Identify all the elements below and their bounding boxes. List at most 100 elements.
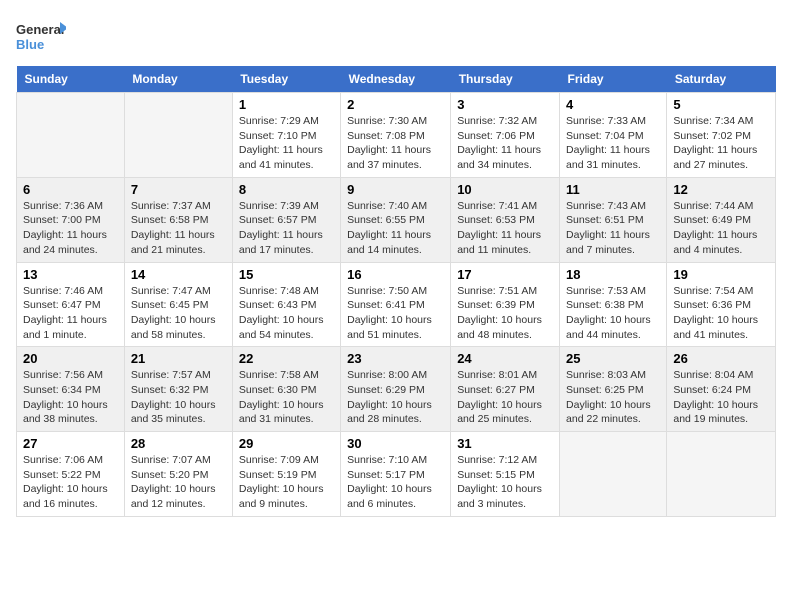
daylight-text: Daylight: 10 hours and 28 minutes. xyxy=(347,399,432,426)
sunset-text: Sunset: 6:27 PM xyxy=(457,384,535,396)
sunrise-text: Sunrise: 7:33 AM xyxy=(566,115,646,127)
day-number: 20 xyxy=(23,351,118,366)
sunrise-text: Sunrise: 7:43 AM xyxy=(566,200,646,212)
sunrise-text: Sunrise: 7:47 AM xyxy=(131,285,211,297)
day-info: Sunrise: 7:50 AM Sunset: 6:41 PM Dayligh… xyxy=(347,284,444,343)
day-number: 4 xyxy=(566,97,660,112)
calendar-day-11: 11 Sunrise: 7:43 AM Sunset: 6:51 PM Dayl… xyxy=(560,177,667,262)
day-info: Sunrise: 7:53 AM Sunset: 6:38 PM Dayligh… xyxy=(566,284,660,343)
sunrise-text: Sunrise: 7:57 AM xyxy=(131,369,211,381)
day-number: 29 xyxy=(239,436,334,451)
calendar-day-12: 12 Sunrise: 7:44 AM Sunset: 6:49 PM Dayl… xyxy=(667,177,776,262)
sunrise-text: Sunrise: 7:58 AM xyxy=(239,369,319,381)
day-number: 13 xyxy=(23,267,118,282)
daylight-text: Daylight: 10 hours and 22 minutes. xyxy=(566,399,651,426)
sunset-text: Sunset: 5:17 PM xyxy=(347,469,425,481)
daylight-text: Daylight: 10 hours and 16 minutes. xyxy=(23,483,108,510)
day-info: Sunrise: 7:29 AM Sunset: 7:10 PM Dayligh… xyxy=(239,114,334,173)
day-info: Sunrise: 7:58 AM Sunset: 6:30 PM Dayligh… xyxy=(239,368,334,427)
day-info: Sunrise: 7:57 AM Sunset: 6:32 PM Dayligh… xyxy=(131,368,226,427)
calendar-day-empty xyxy=(124,93,232,178)
calendar-day-9: 9 Sunrise: 7:40 AM Sunset: 6:55 PM Dayli… xyxy=(341,177,451,262)
day-number: 9 xyxy=(347,182,444,197)
day-info: Sunrise: 7:10 AM Sunset: 5:17 PM Dayligh… xyxy=(347,453,444,512)
day-info: Sunrise: 7:41 AM Sunset: 6:53 PM Dayligh… xyxy=(457,199,553,258)
day-info: Sunrise: 7:39 AM Sunset: 6:57 PM Dayligh… xyxy=(239,199,334,258)
day-info: Sunrise: 7:51 AM Sunset: 6:39 PM Dayligh… xyxy=(457,284,553,343)
sunset-text: Sunset: 6:29 PM xyxy=(347,384,425,396)
daylight-text: Daylight: 11 hours and 14 minutes. xyxy=(347,229,431,256)
day-info: Sunrise: 7:54 AM Sunset: 6:36 PM Dayligh… xyxy=(673,284,769,343)
day-number: 16 xyxy=(347,267,444,282)
calendar-day-31: 31 Sunrise: 7:12 AM Sunset: 5:15 PM Dayl… xyxy=(451,432,560,517)
day-info: Sunrise: 7:37 AM Sunset: 6:58 PM Dayligh… xyxy=(131,199,226,258)
day-info: Sunrise: 7:48 AM Sunset: 6:43 PM Dayligh… xyxy=(239,284,334,343)
day-number: 22 xyxy=(239,351,334,366)
calendar-day-4: 4 Sunrise: 7:33 AM Sunset: 7:04 PM Dayli… xyxy=(560,93,667,178)
day-info: Sunrise: 7:12 AM Sunset: 5:15 PM Dayligh… xyxy=(457,453,553,512)
sunset-text: Sunset: 7:06 PM xyxy=(457,130,535,142)
sunset-text: Sunset: 6:36 PM xyxy=(673,299,751,311)
sunrise-text: Sunrise: 7:44 AM xyxy=(673,200,753,212)
day-number: 6 xyxy=(23,182,118,197)
day-number: 19 xyxy=(673,267,769,282)
sunset-text: Sunset: 6:24 PM xyxy=(673,384,751,396)
calendar-day-3: 3 Sunrise: 7:32 AM Sunset: 7:06 PM Dayli… xyxy=(451,93,560,178)
day-number: 24 xyxy=(457,351,553,366)
sunrise-text: Sunrise: 8:03 AM xyxy=(566,369,646,381)
sunset-text: Sunset: 6:49 PM xyxy=(673,214,751,226)
sunset-text: Sunset: 6:55 PM xyxy=(347,214,425,226)
day-number: 12 xyxy=(673,182,769,197)
calendar-week-row: 6 Sunrise: 7:36 AM Sunset: 7:00 PM Dayli… xyxy=(17,177,776,262)
calendar-day-26: 26 Sunrise: 8:04 AM Sunset: 6:24 PM Dayl… xyxy=(667,347,776,432)
day-number: 3 xyxy=(457,97,553,112)
day-number: 23 xyxy=(347,351,444,366)
daylight-text: Daylight: 10 hours and 31 minutes. xyxy=(239,399,324,426)
sunset-text: Sunset: 6:58 PM xyxy=(131,214,209,226)
sunrise-text: Sunrise: 8:01 AM xyxy=(457,369,537,381)
day-info: Sunrise: 8:04 AM Sunset: 6:24 PM Dayligh… xyxy=(673,368,769,427)
day-number: 7 xyxy=(131,182,226,197)
day-info: Sunrise: 7:40 AM Sunset: 6:55 PM Dayligh… xyxy=(347,199,444,258)
sunrise-text: Sunrise: 7:09 AM xyxy=(239,454,319,466)
calendar-day-7: 7 Sunrise: 7:37 AM Sunset: 6:58 PM Dayli… xyxy=(124,177,232,262)
sunset-text: Sunset: 7:04 PM xyxy=(566,130,644,142)
daylight-text: Daylight: 11 hours and 1 minute. xyxy=(23,314,107,341)
daylight-text: Daylight: 10 hours and 44 minutes. xyxy=(566,314,651,341)
day-info: Sunrise: 8:03 AM Sunset: 6:25 PM Dayligh… xyxy=(566,368,660,427)
day-number: 11 xyxy=(566,182,660,197)
sunset-text: Sunset: 7:10 PM xyxy=(239,130,317,142)
daylight-text: Daylight: 11 hours and 27 minutes. xyxy=(673,144,757,171)
sunset-text: Sunset: 6:57 PM xyxy=(239,214,317,226)
daylight-text: Daylight: 11 hours and 7 minutes. xyxy=(566,229,650,256)
daylight-text: Daylight: 11 hours and 11 minutes. xyxy=(457,229,541,256)
sunrise-text: Sunrise: 7:53 AM xyxy=(566,285,646,297)
daylight-text: Daylight: 11 hours and 24 minutes. xyxy=(23,229,107,256)
day-info: Sunrise: 7:33 AM Sunset: 7:04 PM Dayligh… xyxy=(566,114,660,173)
calendar-day-2: 2 Sunrise: 7:30 AM Sunset: 7:08 PM Dayli… xyxy=(341,93,451,178)
svg-text:General: General xyxy=(16,22,64,37)
sunset-text: Sunset: 7:02 PM xyxy=(673,130,751,142)
sunrise-text: Sunrise: 7:07 AM xyxy=(131,454,211,466)
daylight-text: Daylight: 10 hours and 35 minutes. xyxy=(131,399,216,426)
daylight-text: Daylight: 10 hours and 25 minutes. xyxy=(457,399,542,426)
sunrise-text: Sunrise: 8:00 AM xyxy=(347,369,427,381)
calendar-week-row: 13 Sunrise: 7:46 AM Sunset: 6:47 PM Dayl… xyxy=(17,262,776,347)
calendar-day-22: 22 Sunrise: 7:58 AM Sunset: 6:30 PM Dayl… xyxy=(232,347,340,432)
calendar-week-row: 27 Sunrise: 7:06 AM Sunset: 5:22 PM Dayl… xyxy=(17,432,776,517)
sunrise-text: Sunrise: 7:54 AM xyxy=(673,285,753,297)
col-header-sunday: Sunday xyxy=(17,66,125,93)
day-info: Sunrise: 7:30 AM Sunset: 7:08 PM Dayligh… xyxy=(347,114,444,173)
sunset-text: Sunset: 6:38 PM xyxy=(566,299,644,311)
sunrise-text: Sunrise: 7:48 AM xyxy=(239,285,319,297)
day-info: Sunrise: 7:47 AM Sunset: 6:45 PM Dayligh… xyxy=(131,284,226,343)
calendar-header-row: SundayMondayTuesdayWednesdayThursdayFrid… xyxy=(17,66,776,93)
day-info: Sunrise: 7:32 AM Sunset: 7:06 PM Dayligh… xyxy=(457,114,553,173)
daylight-text: Daylight: 10 hours and 41 minutes. xyxy=(673,314,758,341)
sunrise-text: Sunrise: 7:36 AM xyxy=(23,200,103,212)
sunrise-text: Sunrise: 8:04 AM xyxy=(673,369,753,381)
sunset-text: Sunset: 5:19 PM xyxy=(239,469,317,481)
calendar-day-24: 24 Sunrise: 8:01 AM Sunset: 6:27 PM Dayl… xyxy=(451,347,560,432)
day-info: Sunrise: 8:01 AM Sunset: 6:27 PM Dayligh… xyxy=(457,368,553,427)
sunrise-text: Sunrise: 7:12 AM xyxy=(457,454,537,466)
